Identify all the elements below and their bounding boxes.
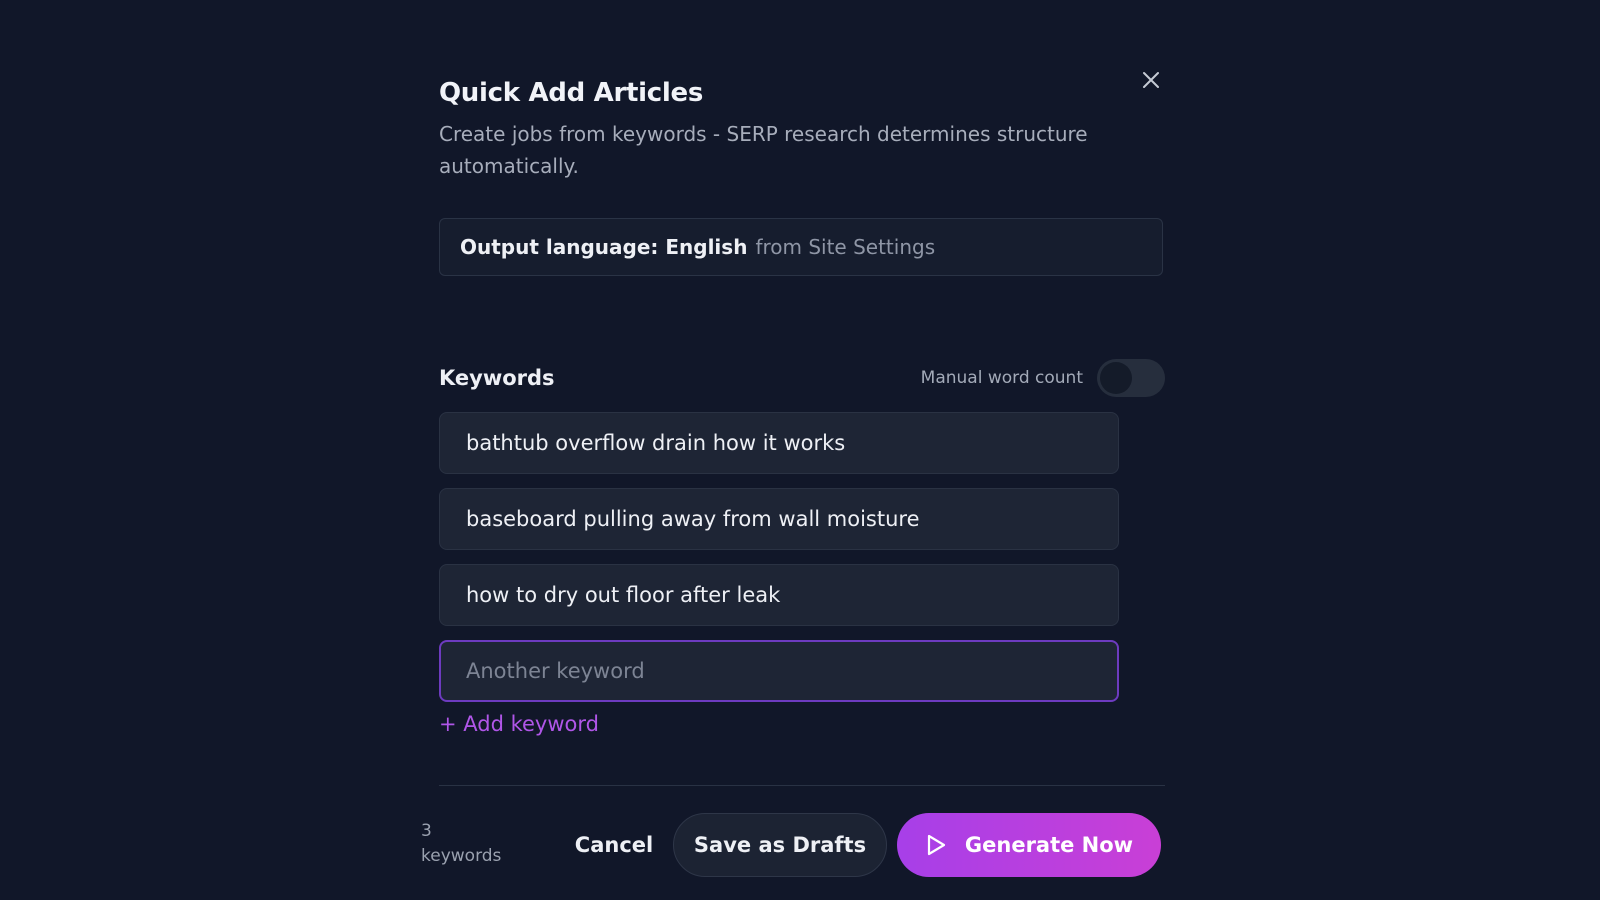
toggle-knob [1100,362,1132,394]
output-language-source: from Site Settings [755,235,936,259]
keyword-item[interactable]: bathtub overflow drain how it works [439,412,1119,474]
save-drafts-button[interactable]: Save as Drafts [673,813,887,877]
modal-subtitle: Create jobs from keywords - SERP researc… [439,122,1088,178]
modal-title: Quick Add Articles [439,78,703,108]
close-icon [1143,72,1159,88]
footer-divider [439,785,1165,786]
keywords-title: Keywords [439,366,555,390]
manual-word-count: Manual word count [921,359,1165,397]
keyword-count: 3 keywords [421,819,501,869]
play-icon [927,834,945,856]
output-language-info: Output language: English from Site Setti… [439,218,1163,276]
keyword-item[interactable]: baseboard pulling away from wall moistur… [439,488,1119,550]
add-keyword-link[interactable]: + Add keyword [439,712,599,736]
quick-add-modal: Quick Add Articles Create jobs from keyw… [421,58,1165,877]
keyword-count-number: 3 [421,821,432,841]
keyword-count-label: keywords [421,846,502,866]
keyword-list: bathtub overflow drain how it works base… [439,412,1119,702]
modal-footer: 3 keywords Cancel Save as Drafts Generat… [421,813,1165,877]
close-button[interactable] [1139,68,1163,92]
cancel-button[interactable]: Cancel [573,813,655,877]
new-keyword-input[interactable] [439,640,1119,702]
keyword-item[interactable]: how to dry out floor after leak [439,564,1119,626]
output-language-label: Output language: English [460,235,748,259]
generate-now-label: Generate Now [964,833,1134,857]
manual-word-count-label: Manual word count [920,368,1083,388]
generate-now-button[interactable]: Generate Now [897,813,1161,877]
keywords-header: Keywords Manual word count [439,358,1165,398]
manual-word-count-toggle[interactable] [1097,359,1165,397]
